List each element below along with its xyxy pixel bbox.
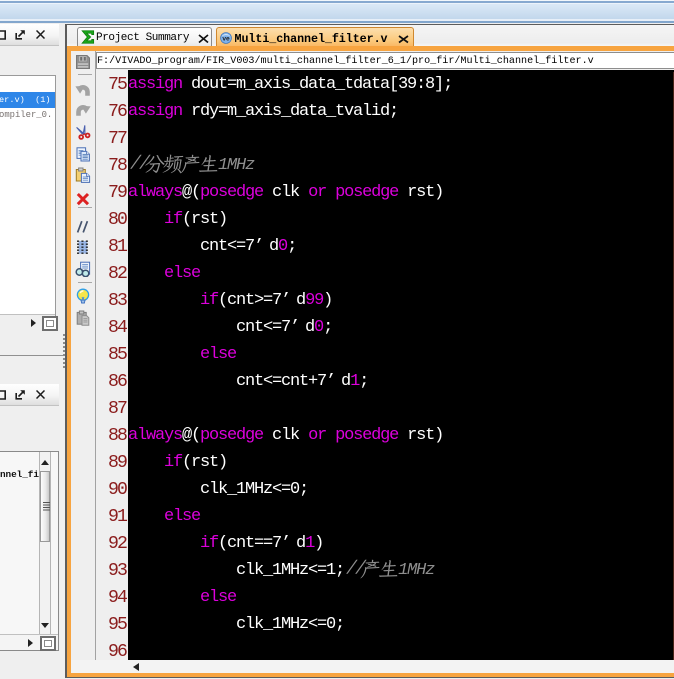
svg-text:ve: ve [222, 36, 230, 43]
